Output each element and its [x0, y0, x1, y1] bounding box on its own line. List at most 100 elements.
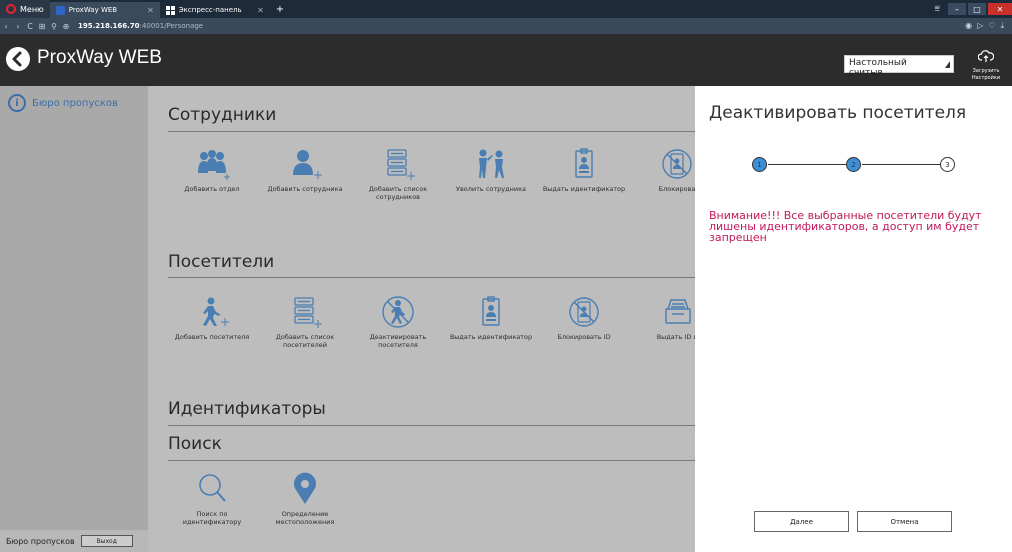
block-id-icon — [662, 149, 692, 179]
cancel-button[interactable]: Отмена — [857, 511, 952, 532]
tile-label: Выдать идентификатор — [449, 333, 533, 341]
step-connector — [862, 164, 940, 165]
issue-id-badge-icon — [482, 296, 500, 326]
sidebar-item-pass-office[interactable]: i Бюро пропусков — [8, 94, 118, 112]
browser-address-bar: ‹ › C ⊞ ⚲ ⊕ 195.218.166.70:40001/Persona… — [0, 18, 1012, 34]
sidebar-item-label: Бюро пропусков — [32, 97, 118, 109]
maximize-icon[interactable]: □ — [968, 3, 986, 15]
browser-tab-speed-dial[interactable]: Экспресс-панель ✕ — [160, 2, 270, 18]
url-host: 195.218.166.70 — [78, 22, 140, 30]
proxway-favicon-icon — [55, 5, 65, 15]
section-divider — [168, 425, 695, 426]
reader-select[interactable]: Настольный считыв... — [844, 55, 954, 78]
tile-add-employee-list[interactable]: Добавить список сотрудников — [356, 147, 440, 201]
next-button[interactable]: Далее — [754, 511, 849, 532]
tile-issue-identifier[interactable]: Выдать идентификатор — [542, 147, 626, 193]
tile-deactivate-visitor[interactable]: Деактивировать посетителя — [356, 295, 440, 349]
app-back-button[interactable] — [6, 47, 30, 71]
tile-add-visitor-list[interactable]: Добавить список посетителей — [263, 295, 347, 349]
add-visitor-list-icon — [294, 297, 322, 328]
current-role-label: Бюро пропусков — [6, 536, 75, 546]
drawer-title: Деактивировать посетителя — [709, 103, 967, 123]
tile-label: Уволить сотрудника — [455, 185, 527, 193]
window-close-icon[interactable]: ✕ — [988, 3, 1012, 15]
info-icon: i — [8, 94, 26, 112]
globe-icon: ⊕ — [62, 21, 70, 31]
section-divider — [168, 277, 695, 278]
step-3: 3 — [940, 157, 955, 172]
issue-id-badge-icon — [575, 148, 593, 178]
tile-label: Определение местоположения — [275, 510, 335, 526]
main-panel: Сотрудники Добавить отдел Добавить сотру… — [148, 86, 695, 552]
tile-block-identifier[interactable]: Блокирова — [635, 147, 695, 193]
tab-close-icon[interactable]: ✕ — [147, 6, 154, 15]
add-employee-icon — [293, 150, 322, 179]
app-title: ProxWay WEB — [37, 47, 162, 68]
upload-label-2: Настройки — [971, 75, 1001, 81]
tile-label: Добавить список посетителей — [275, 333, 335, 349]
section-divider — [168, 460, 695, 461]
browser-tab-proxway[interactable]: ProxWay WEB ✕ — [49, 2, 160, 18]
tile-locate[interactable]: Определение местоположения — [263, 472, 347, 526]
tile-label: Деактивировать посетителя — [369, 333, 427, 349]
card-box-icon — [665, 299, 691, 324]
new-tab-icon[interactable]: + — [270, 4, 290, 15]
section-divider — [168, 131, 695, 132]
browser-menu-button[interactable]: Меню — [0, 0, 50, 18]
tile-issue-id-from-box[interactable]: Выдать ID в — [635, 295, 695, 341]
section-title-visitors: Посетители — [168, 252, 275, 272]
share-icon[interactable]: ▷ — [977, 21, 983, 31]
upload-settings-button[interactable]: Загрузить Настройки — [966, 48, 1006, 81]
tile-dismiss-employee[interactable]: Уволить сотрудника — [449, 147, 533, 193]
section-title-employees: Сотрудники — [168, 105, 277, 125]
window-controls: ⩸ – □ ✕ — [935, 0, 1012, 18]
tile-label: Добавить отдел — [184, 185, 240, 193]
tile-block-visitor-identifier[interactable]: Блокировать ID — [542, 295, 626, 341]
tile-label: Добавить сотрудника — [267, 185, 343, 193]
chevron-left-icon — [12, 51, 22, 67]
deactivate-visitor-drawer: Деактивировать посетителя 1 2 3 Внимание… — [695, 86, 1012, 552]
tile-label: Добавить список сотрудников — [368, 185, 428, 201]
tile-label: Блокировать ID — [557, 333, 611, 341]
sidebar: i Бюро пропусков Бюро пропусков Выход — [0, 86, 148, 552]
tab-label: Экспресс-панель — [178, 6, 242, 14]
tile-label: Добавить посетителя — [174, 333, 250, 341]
browser-menu-label: Меню — [20, 4, 44, 14]
tile-add-department[interactable]: Добавить отдел — [170, 147, 254, 193]
tiles-icon[interactable]: ⊞ — [36, 22, 48, 31]
step-1: 1 — [752, 157, 767, 172]
heart-icon[interactable]: ♡ — [988, 21, 995, 31]
logout-button[interactable]: Выход — [80, 535, 133, 547]
cloud-upload-icon — [977, 50, 995, 62]
reload-icon[interactable]: C — [24, 22, 36, 31]
opera-logo-icon — [6, 4, 16, 14]
tab-menu-icon[interactable]: ⩸ — [935, 4, 940, 14]
dismiss-employee-icon — [479, 149, 504, 178]
minimize-icon[interactable]: – — [948, 3, 966, 15]
tile-add-visitor[interactable]: Добавить посетителя — [170, 295, 254, 341]
tile-label: Поиск по идентификатору — [182, 510, 242, 526]
section-title-search: Поиск — [168, 434, 222, 454]
browser-tab-bar: Меню ProxWay WEB ✕ Экспресс-панель ✕ + ⩸… — [0, 0, 1012, 18]
download-icon[interactable]: ⤓ — [1000, 21, 1004, 31]
section-title-identifiers: Идентификаторы — [168, 399, 326, 419]
tile-add-employee[interactable]: Добавить сотрудника — [263, 147, 347, 193]
url-path: :40001/Personage — [139, 22, 204, 30]
dropdown-caret-icon — [945, 61, 950, 68]
tile-search-by-identifier[interactable]: Поиск по идентификатору — [170, 472, 254, 526]
tile-label: Блокирова — [658, 185, 695, 193]
address-bar-actions: ◉ ▷ ♡ ⤓ — [965, 21, 1004, 31]
step-connector — [768, 164, 846, 165]
deactivate-visitor-icon — [382, 296, 414, 328]
add-employee-list-icon — [387, 149, 415, 180]
vpn-shield-icon[interactable]: ◉ — [965, 21, 972, 31]
step-2: 2 — [846, 157, 861, 172]
url-field[interactable]: 195.218.166.70:40001/Personage — [78, 22, 203, 30]
tile-issue-visitor-identifier[interactable]: Выдать идентификатор — [449, 295, 533, 341]
key-icon[interactable]: ⚲ — [48, 22, 60, 31]
forward-nav-icon[interactable]: › — [12, 22, 24, 31]
tab-close-icon[interactable]: ✕ — [257, 6, 264, 15]
app-header: ProxWay WEB Настольный считыв... Загрузи… — [0, 34, 1012, 86]
back-nav-icon[interactable]: ‹ — [0, 22, 12, 31]
speed-dial-icon — [165, 5, 175, 15]
